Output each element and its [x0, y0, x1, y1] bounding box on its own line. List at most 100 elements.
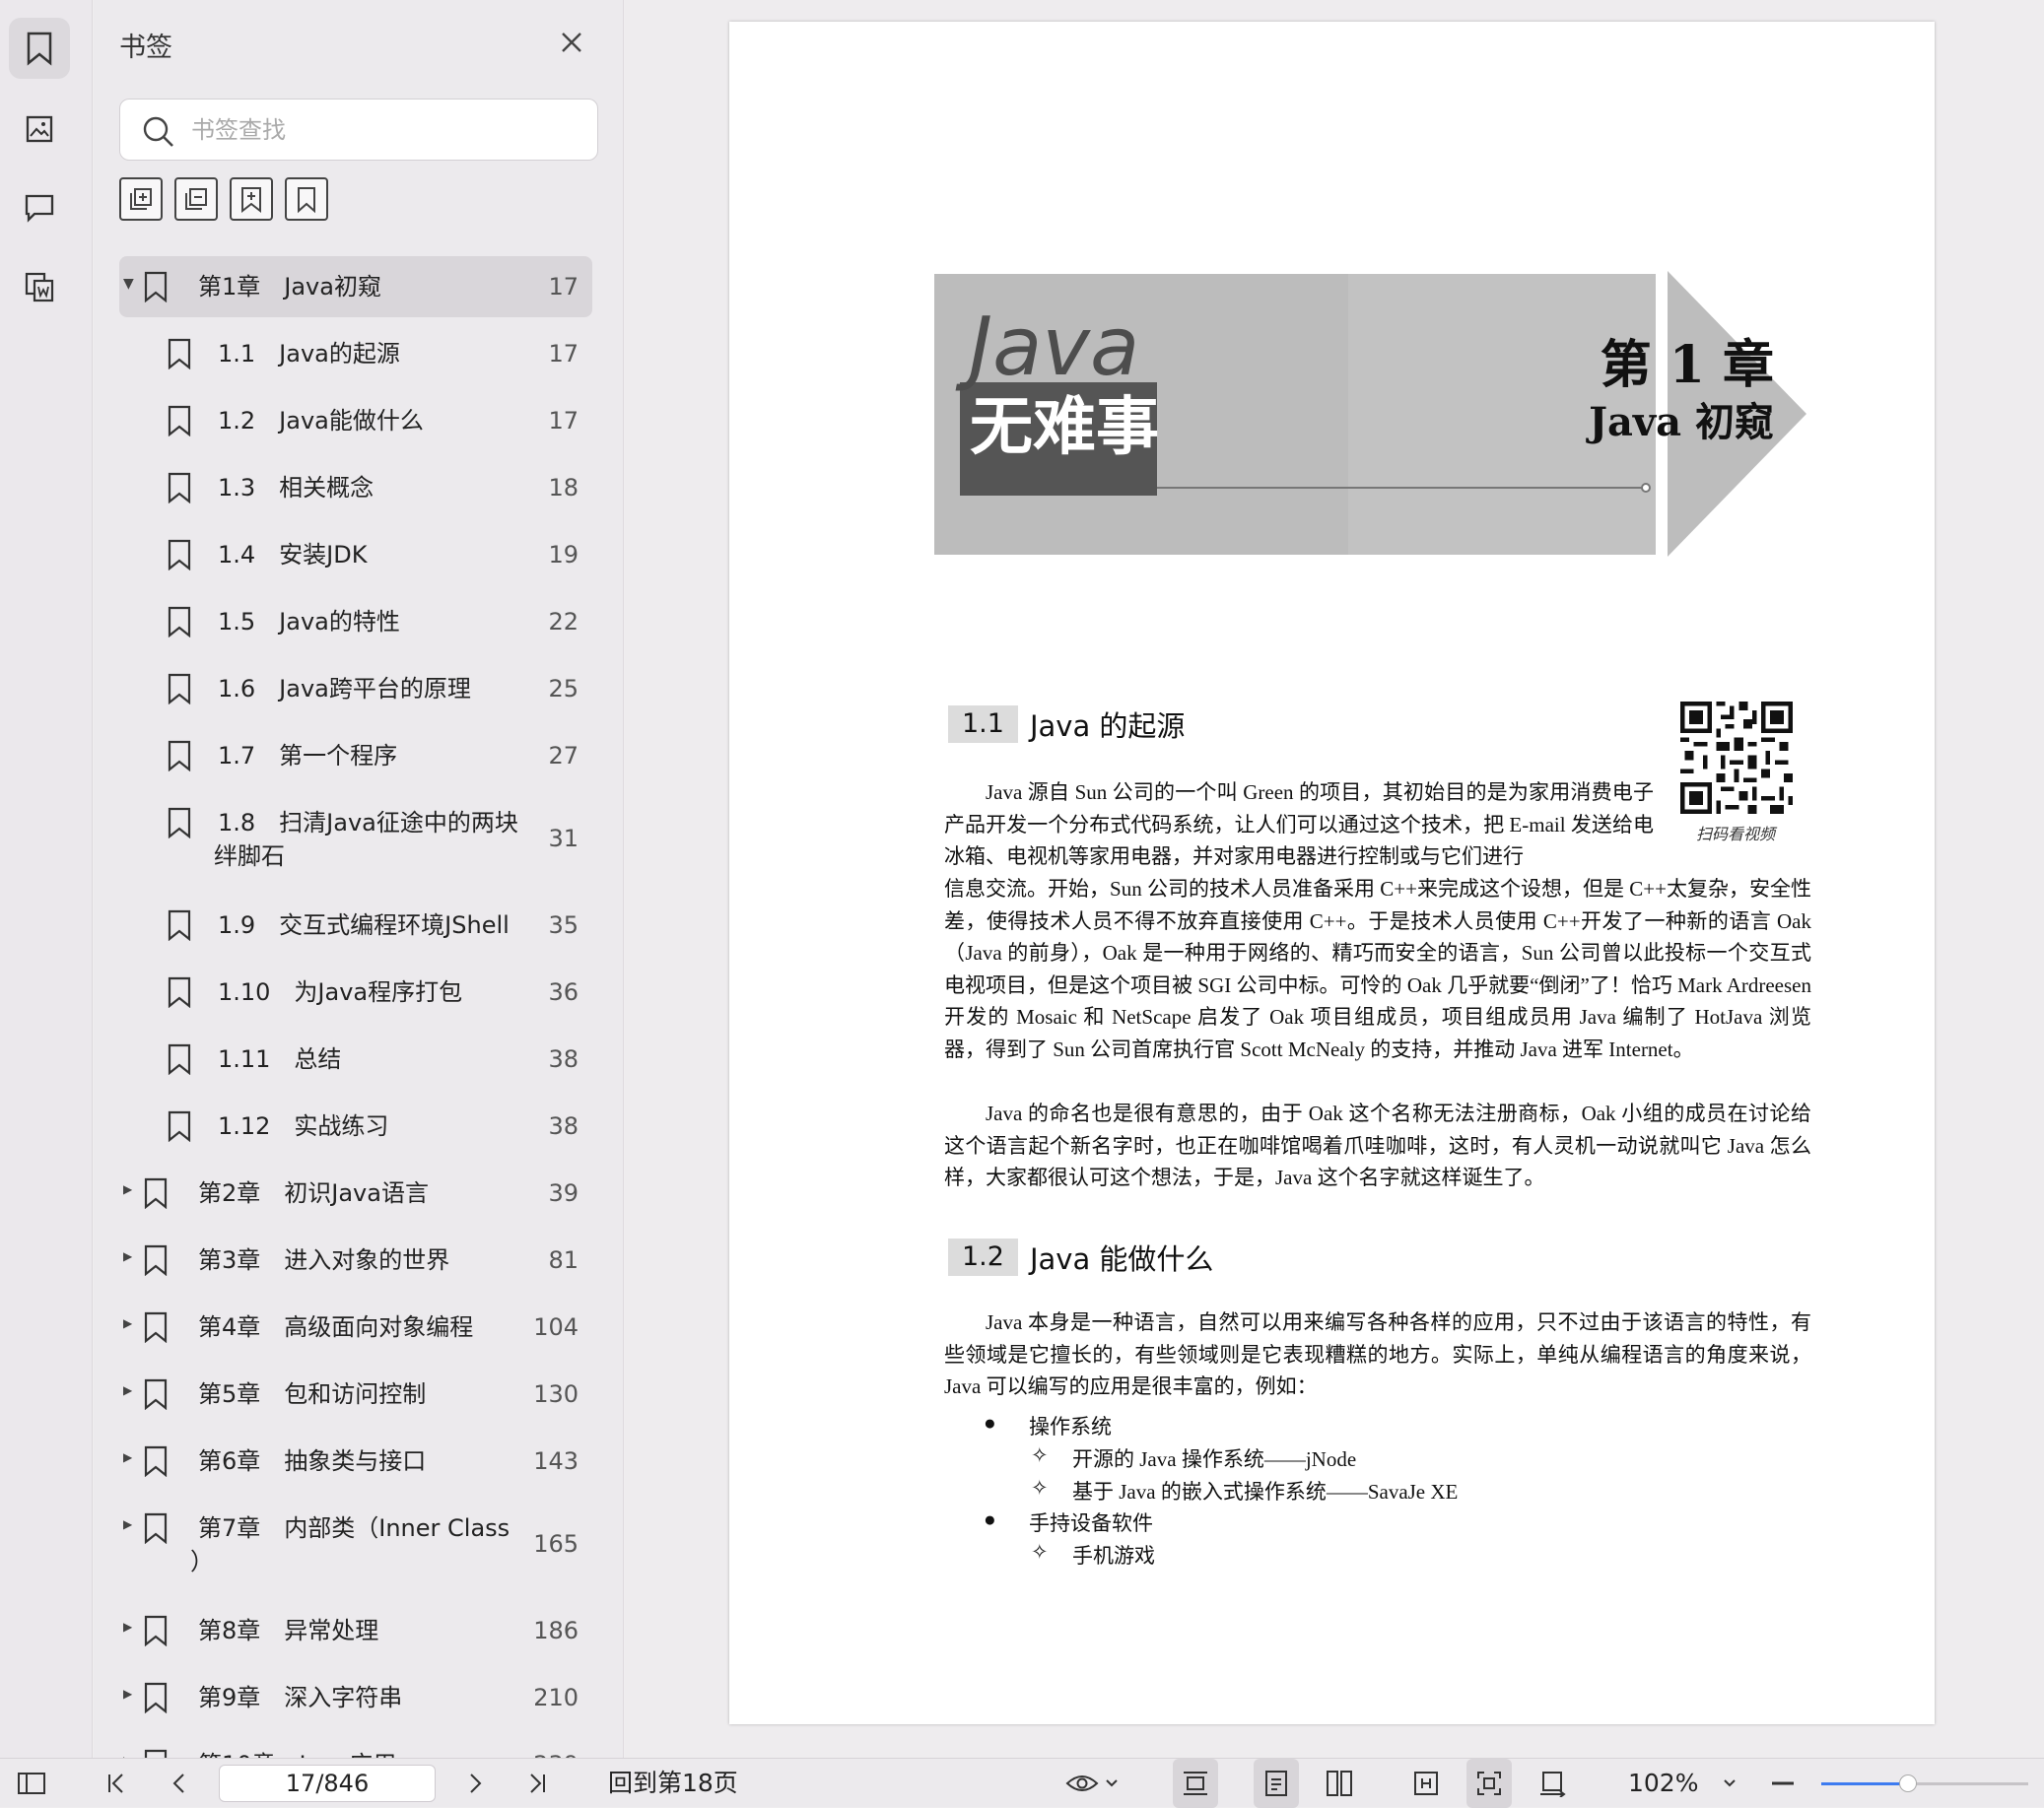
zoom-level[interactable]: 102% — [1628, 1759, 1698, 1808]
caret-right-icon[interactable]: ▶ — [123, 1182, 139, 1196]
attachment-panel-button[interactable] — [9, 256, 70, 317]
bookmark-page-number: 17 — [548, 407, 579, 435]
bookmark-item[interactable]: ▶ 第8章 异常处理 186 — [119, 1600, 592, 1661]
bookmark-item[interactable]: 1.8 扫清Java征途中的两块 绊脚石 31 — [119, 792, 592, 883]
caret-right-icon[interactable]: ▶ — [123, 1517, 139, 1531]
first-page-button[interactable] — [97, 1759, 136, 1808]
bookmark-item[interactable]: 1.1 Java的起源 17 — [119, 323, 592, 384]
bookmark-page-number: 239 — [533, 1748, 579, 1758]
bookmark-item[interactable]: 1.5 Java的特性 22 — [119, 591, 592, 652]
bookmark-icon — [298, 187, 315, 214]
zoom-out-button[interactable] — [1766, 1759, 1800, 1808]
bookmark-item[interactable]: 1.6 Java跨平台的原理 25 — [119, 658, 592, 719]
bookmark-icon — [144, 1615, 168, 1646]
toggle-sidebar-button[interactable] — [12, 1759, 51, 1808]
left-rail — [0, 0, 93, 1758]
bookmark-label: 1.7 第一个程序 — [218, 742, 398, 770]
view-mode-button[interactable] — [1062, 1759, 1122, 1808]
bookmark-item[interactable]: 1.4 安装JDK 19 — [119, 524, 592, 585]
caret-right-icon[interactable]: ▶ — [123, 1249, 139, 1263]
bookmark-icon — [168, 740, 191, 771]
bookmark-label: 1.5 Java的特性 — [218, 608, 400, 636]
banner-java-word: Java — [969, 301, 1140, 394]
bookmark-item[interactable]: ▶ 第2章 初识Java语言 39 — [119, 1163, 592, 1224]
caret-right-icon[interactable]: ▶ — [123, 1450, 139, 1464]
last-page-button[interactable] — [517, 1759, 557, 1808]
bookmark-icon — [144, 1749, 168, 1758]
close-panel-button[interactable] — [557, 28, 586, 57]
continuous-scroll-button[interactable] — [1173, 1759, 1218, 1808]
bookmark-item[interactable]: ▶ 第5章 包和访问控制 130 — [119, 1364, 592, 1425]
bookmark-page-number: 39 — [548, 1179, 579, 1207]
bookmark-search-box[interactable] — [119, 99, 598, 161]
bookmark-page-number: 186 — [533, 1617, 579, 1644]
bookmark-page-number: 81 — [548, 1246, 579, 1274]
bookmark-item[interactable]: ▶ 第7章 内部类（Inner Class ） 165 — [119, 1498, 592, 1588]
caret-right-icon[interactable]: ▶ — [123, 1620, 139, 1634]
bookmark-panel-button[interactable] — [9, 18, 70, 79]
bookmark-item[interactable]: ▶第10章 Java应用239 — [119, 1734, 592, 1758]
qr-code — [1680, 702, 1793, 814]
caret-right-icon[interactable]: ▶ — [123, 1316, 139, 1330]
page-number-input[interactable] — [219, 1765, 436, 1802]
comment-icon — [25, 194, 54, 223]
qr-caption: 扫码看视频 — [1695, 825, 1775, 843]
fit-page-icon — [1477, 1772, 1501, 1795]
rotate-button[interactable] — [1530, 1759, 1575, 1808]
bookmark-item[interactable]: 1.12 实战练习 38 — [119, 1096, 592, 1157]
section-title: Java 的起源 — [1029, 709, 1186, 743]
diamond-bullet-icon: ✧ — [1031, 1540, 1049, 1564]
bookmark-item[interactable]: ▶ 第9章 深入字符串 210 — [119, 1667, 592, 1728]
chevron-left-icon — [172, 1774, 184, 1793]
bookmark-page-number: 22 — [548, 608, 579, 636]
zoom-slider-fill — [1821, 1782, 1909, 1785]
bookmark-page-number: 38 — [548, 1112, 579, 1140]
zoom-dropdown-button[interactable] — [1717, 1759, 1742, 1808]
bookmark-item[interactable]: 1.10 为Java程序打包 36 — [119, 962, 592, 1023]
bookmark-item[interactable]: ▶ 第6章 抽象类与接口 143 — [119, 1431, 592, 1492]
bookmark-item[interactable]: ▶ 第3章 进入对象的世界 81 — [119, 1230, 592, 1291]
thumbnail-panel-button[interactable] — [9, 99, 70, 160]
caret-right-icon[interactable]: ▶ — [123, 1687, 139, 1701]
bookmark-page-number: 18 — [548, 474, 579, 502]
sidebar-toggle-icon — [18, 1773, 45, 1794]
image-icon — [26, 115, 53, 143]
section-number: 1.2 — [948, 1239, 1018, 1276]
zoom-slider[interactable] — [1821, 1775, 2028, 1792]
caret-down-icon[interactable]: ▼ — [123, 276, 139, 292]
bookmark-item[interactable]: 1.11 总结 38 — [119, 1029, 592, 1090]
bookmark-label: 第4章 高级面向对象编程 — [198, 1313, 474, 1341]
single-page-button[interactable] — [1254, 1759, 1299, 1808]
bookmark-label: 1.6 Java跨平台的原理 — [218, 675, 471, 703]
fit-page-button[interactable] — [1466, 1759, 1512, 1808]
bookmark-item[interactable]: 1.2 Java能做什么 17 — [119, 390, 592, 451]
bookmark-label: 第6章 抽象类与接口 — [198, 1447, 427, 1475]
bookmark-item[interactable]: 1.3 相关概念 18 — [119, 457, 592, 518]
bookmark-item[interactable]: 1.9 交互式编程环境JShell 35 — [119, 895, 592, 956]
next-page-button[interactable] — [455, 1759, 495, 1808]
comment-panel-button[interactable] — [9, 177, 70, 238]
expand-all-icon — [130, 188, 152, 210]
bookmark-item[interactable]: 1.7 第一个程序 27 — [119, 725, 592, 786]
bookmark-item[interactable]: ▼ 第1章 Java初窥 17 — [119, 256, 592, 317]
bookmark-page-number: 38 — [548, 1045, 579, 1073]
bookmark-search-input[interactable] — [189, 100, 583, 160]
expand-all-button[interactable] — [119, 177, 163, 221]
bookmark-label: 1.8 扫清Java征途中的两块 — [218, 809, 518, 837]
two-page-button[interactable] — [1317, 1759, 1362, 1808]
go-back-link[interactable]: 回到第18页 — [608, 1759, 738, 1808]
caret-right-icon[interactable]: ▶ — [123, 1383, 139, 1397]
fit-width-button[interactable] — [1403, 1759, 1449, 1808]
bookmark-icon — [144, 1445, 168, 1477]
document-page: Java 无难事 第 1 章 Java 初窥 1.1 Java 的起源 扫码看视… — [729, 22, 1935, 1724]
zoom-slider-knob[interactable] — [1899, 1775, 1918, 1792]
bookmark-tool-button[interactable] — [285, 177, 328, 221]
paragraph: 信息交流。开始，Sun 公司的技术人员准备采用 C++来完成这个设想，但是 C+… — [944, 877, 1811, 1061]
previous-page-button[interactable] — [160, 1759, 199, 1808]
minus-icon — [1772, 1781, 1794, 1785]
add-bookmark-button[interactable] — [230, 177, 273, 221]
collapse-all-button[interactable] — [174, 177, 218, 221]
bookmark-page-number: 210 — [533, 1684, 579, 1711]
bookmark-icon — [144, 1378, 168, 1410]
bookmark-item[interactable]: ▶ 第4章 高级面向对象编程 104 — [119, 1297, 592, 1358]
